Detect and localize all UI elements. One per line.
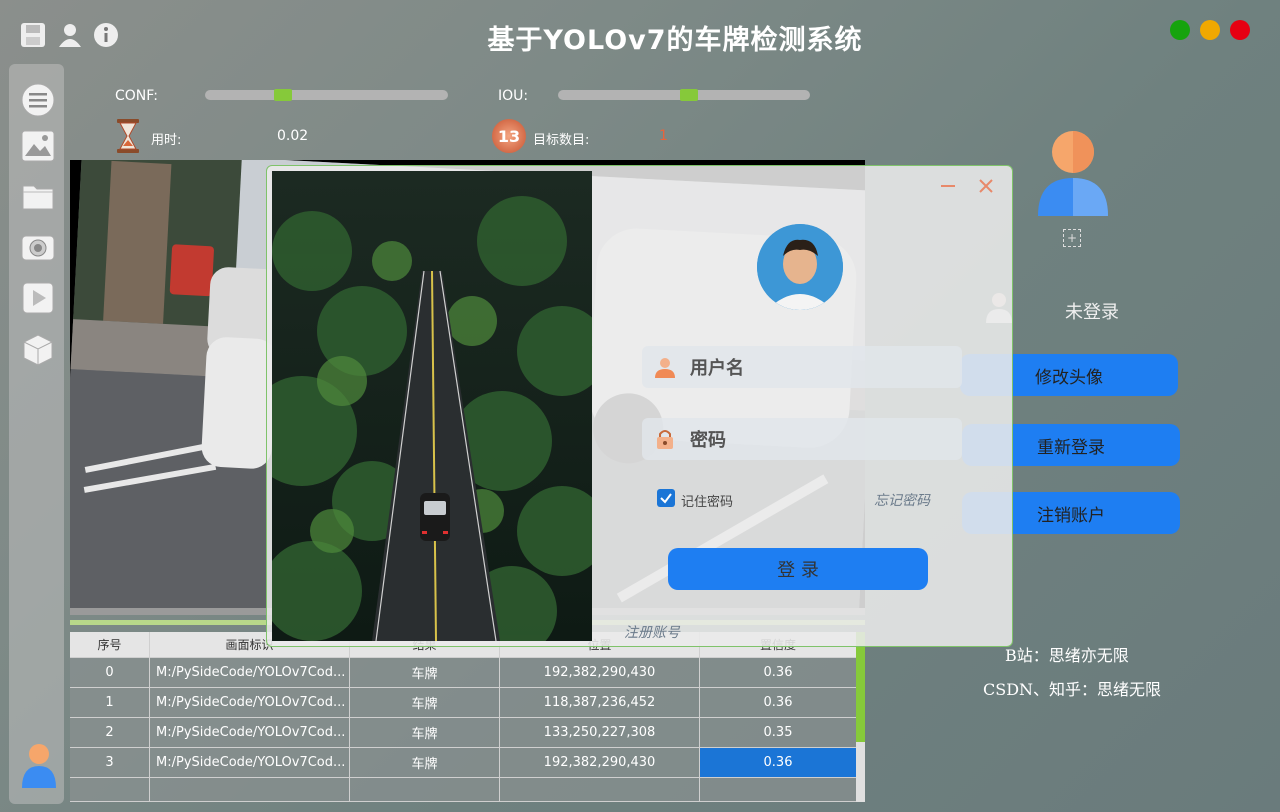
video-icon[interactable] xyxy=(20,280,56,316)
table-cell: 2 xyxy=(70,718,150,748)
time-value: 0.02 xyxy=(277,128,309,144)
count-badge-icon: 13 xyxy=(492,119,526,153)
conf-slider-handle[interactable] xyxy=(273,89,292,101)
table-cell: 0 xyxy=(70,658,150,688)
remember-label: 记住密码 xyxy=(681,495,734,510)
table-cell: 192,382,290,430 xyxy=(500,748,700,778)
table-row[interactable]: 3 M:/PySideCode/YOLOv7Cod... 车牌 192,382,… xyxy=(70,748,857,778)
credit-bilibili: B站：思绪亦无限 xyxy=(1005,646,1129,665)
login-button[interactable]: 登 录 xyxy=(668,548,928,590)
username-field[interactable]: 用户名 xyxy=(642,346,962,388)
login-dialog: 用户名 密码 记住密码 忘记密码 登 录 注册账号 xyxy=(266,165,1013,647)
count-value: 1 xyxy=(659,128,668,144)
scrollbar-thumb[interactable] xyxy=(856,632,865,742)
minimize-icon[interactable] xyxy=(939,177,957,195)
login-status: 未登录 xyxy=(1065,302,1119,323)
column-header[interactable]: 序号 xyxy=(70,632,150,658)
table-cell: 车牌 xyxy=(350,748,500,778)
close-dot[interactable] xyxy=(1230,20,1250,40)
table-cell-selected: 0.36 xyxy=(700,748,857,778)
register-link[interactable]: 注册账号 xyxy=(624,622,680,642)
forgot-password-link[interactable]: 忘记密码 xyxy=(874,490,930,510)
add-avatar-icon[interactable]: + xyxy=(1063,229,1081,247)
window-title: 基于YOLOv7的车牌检测系统 xyxy=(487,25,863,56)
table-row[interactable]: 1 M:/PySideCode/YOLOv7Cod... 车牌 118,387,… xyxy=(70,688,857,718)
login-cover-image xyxy=(267,171,607,646)
minimize-dot[interactable] xyxy=(1200,20,1220,40)
count-label: 目标数目: xyxy=(533,133,590,148)
password-field[interactable]: 密码 xyxy=(642,418,962,460)
table-cell: 车牌 xyxy=(350,658,500,688)
table-cell: 133,250,227,308 xyxy=(500,718,700,748)
maximize-dot[interactable] xyxy=(1170,20,1190,40)
conf-label: CONF: xyxy=(115,88,158,104)
username-placeholder: 用户名 xyxy=(690,358,744,379)
lock-icon xyxy=(657,430,673,449)
username-icon xyxy=(655,358,675,378)
table-cell: 车牌 xyxy=(350,718,500,748)
menu-icon[interactable] xyxy=(20,82,56,118)
table-cell: 0.36 xyxy=(700,658,857,688)
table-cell: 192,382,290,430 xyxy=(500,658,700,688)
table-cell: M:/PySideCode/YOLOv7Cod... xyxy=(150,658,350,688)
table-cell: M:/PySideCode/YOLOv7Cod... xyxy=(150,748,350,778)
table-row[interactable]: 2 M:/PySideCode/YOLOv7Cod... 车牌 133,250,… xyxy=(70,718,857,748)
login-avatar xyxy=(757,224,843,310)
table-row-empty xyxy=(70,778,857,802)
conf-slider[interactable] xyxy=(205,90,448,100)
table-cell: 0.36 xyxy=(700,688,857,718)
credit-csdn: CSDN、知乎：思绪无限 xyxy=(983,680,1162,699)
time-label: 用时: xyxy=(151,133,182,148)
hourglass-icon xyxy=(114,118,142,154)
table-cell: 1 xyxy=(70,688,150,718)
table-cell: M:/PySideCode/YOLOv7Cod... xyxy=(150,718,350,748)
avatar-icon[interactable] xyxy=(20,742,58,788)
table-cell: M:/PySideCode/YOLOv7Cod... xyxy=(150,688,350,718)
sidebar xyxy=(9,64,64,804)
table-cell: 0.35 xyxy=(700,718,857,748)
table-cell: 车牌 xyxy=(350,688,500,718)
table-row[interactable]: 0 M:/PySideCode/YOLOv7Cod... 车牌 192,382,… xyxy=(70,658,857,688)
image-icon[interactable] xyxy=(20,128,56,164)
remember-checkbox[interactable] xyxy=(657,489,675,507)
table-cell: 118,387,236,452 xyxy=(500,688,700,718)
close-icon[interactable] xyxy=(977,177,995,195)
iou-label: IOU: xyxy=(498,88,529,104)
folder-icon[interactable] xyxy=(20,178,56,214)
results-table: 序号 画面标识 结果 位置 置信度 0 M:/PySideCode/YOLOv7… xyxy=(70,632,857,802)
password-placeholder: 密码 xyxy=(690,430,726,451)
user-avatar-large xyxy=(1037,130,1109,218)
camera-icon[interactable] xyxy=(20,228,56,264)
cube-icon[interactable] xyxy=(20,332,56,368)
iou-slider-handle[interactable] xyxy=(680,89,699,101)
table-scrollbar[interactable] xyxy=(856,632,865,802)
table-cell: 3 xyxy=(70,748,150,778)
